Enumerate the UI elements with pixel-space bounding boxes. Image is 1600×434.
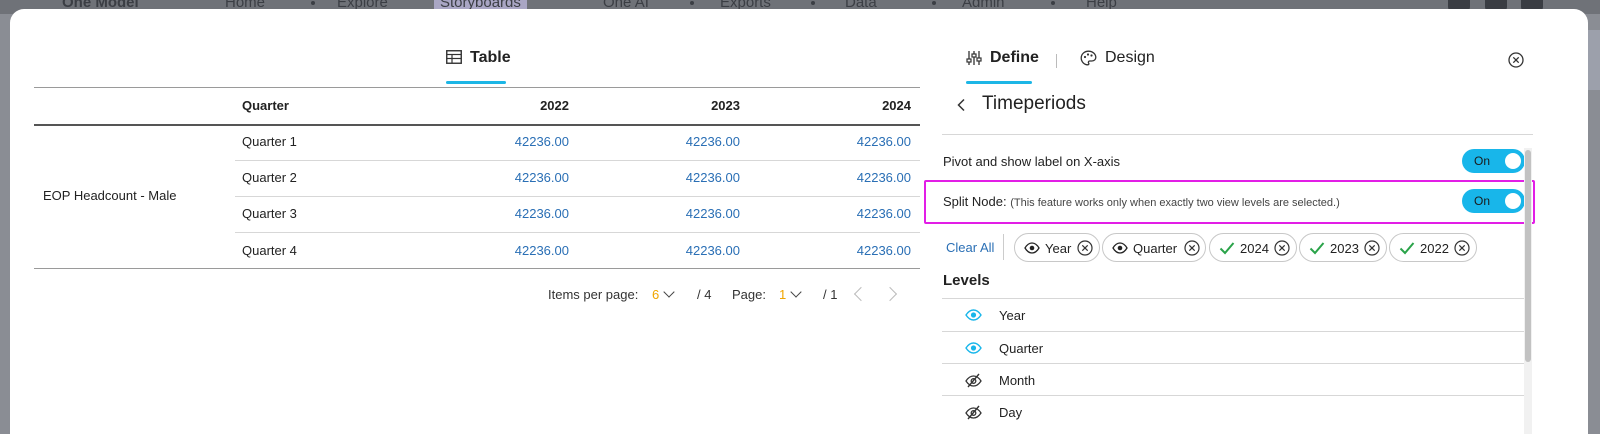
levels-heading: Levels	[943, 272, 990, 289]
palette-icon	[1080, 50, 1097, 66]
chip-divider	[1003, 234, 1004, 260]
page-label: Page:	[732, 287, 766, 302]
close-icon[interactable]	[1508, 52, 1524, 68]
level-item-year[interactable]: Year	[942, 299, 1524, 331]
chip-2022[interactable]: 2022	[1389, 233, 1477, 262]
level-label: Quarter	[999, 341, 1044, 356]
pivot-toggle[interactable]: On	[1462, 149, 1525, 173]
items-per-page-value: 6	[652, 287, 660, 302]
page-value: 1	[779, 287, 787, 302]
page-total: / 1	[823, 287, 838, 302]
level-label: Day	[999, 405, 1023, 420]
chip-2024[interactable]: 2024	[1209, 233, 1297, 262]
tab-define-label: Define	[990, 49, 1039, 66]
items-per-page-select[interactable]: 6	[652, 286, 675, 302]
chip-label: 2022	[1420, 241, 1449, 256]
eye-icon[interactable]	[965, 341, 982, 355]
table-cell-value[interactable]: 42236.00	[479, 170, 569, 185]
column-header-2023: 2023	[711, 98, 740, 113]
panel-title: Timeperiods	[982, 93, 1086, 114]
checkmark-icon	[1219, 242, 1235, 255]
table-cell-value[interactable]: 42236.00	[821, 206, 911, 221]
table-cell-value[interactable]: 42236.00	[650, 134, 740, 149]
chip-label: Year	[1045, 241, 1072, 256]
column-header-2024: 2024	[882, 98, 911, 113]
items-total: / 4	[697, 287, 712, 302]
table-cell-quarter: Quarter 1	[242, 134, 297, 149]
chip-label: 2024	[1240, 241, 1269, 256]
level-label: Year	[999, 308, 1026, 323]
table-header-border	[34, 124, 920, 126]
table-icon	[446, 50, 462, 64]
split-node-title: Split Node:	[943, 194, 1007, 209]
table-bottom-border	[34, 268, 920, 269]
clear-all-link[interactable]: Clear All	[946, 240, 994, 255]
chevron-down-icon	[790, 286, 802, 298]
sliders-icon	[966, 51, 982, 65]
table-cell-value[interactable]: 42236.00	[479, 243, 569, 258]
table-cell-quarter: Quarter 2	[242, 170, 297, 185]
split-node-note: (This feature works only when exactly tw…	[1010, 197, 1340, 209]
eye-off-icon[interactable]	[965, 405, 982, 420]
table-cell-value[interactable]: 42236.00	[821, 243, 911, 258]
table-cell-value[interactable]: 42236.00	[650, 206, 740, 221]
active-tab-indicator	[966, 81, 1032, 84]
title-divider	[942, 134, 1533, 135]
remove-chip-icon[interactable]	[1364, 240, 1380, 256]
page-select[interactable]: 1	[779, 286, 802, 302]
tab-design[interactable]: Design	[1080, 40, 1170, 84]
tab-define[interactable]: Define	[966, 40, 1039, 84]
tab-table-label: Table	[470, 49, 511, 66]
table-cell-quarter: Quarter 4	[242, 243, 297, 258]
toggle-knob	[1505, 153, 1521, 169]
setting-split-node-label: Split Node: (This feature works only whe…	[943, 194, 1340, 209]
row-group-label: EOP Headcount - Male	[43, 188, 177, 203]
table-cell-quarter: Quarter 3	[242, 206, 297, 221]
table-cell-value[interactable]: 42236.00	[479, 206, 569, 221]
eye-off-icon[interactable]	[965, 373, 982, 388]
chip-year[interactable]: Year	[1014, 233, 1100, 262]
remove-chip-icon[interactable]	[1454, 240, 1470, 256]
toggle-knob	[1505, 193, 1521, 209]
remove-chip-icon[interactable]	[1184, 240, 1200, 256]
chip-label: 2023	[1330, 241, 1359, 256]
tab-table[interactable]: Table	[446, 40, 511, 84]
eye-icon	[1112, 242, 1128, 254]
toggle-state: On	[1474, 154, 1491, 168]
table-cell-value[interactable]: 42236.00	[650, 243, 740, 258]
table-cell-value[interactable]: 42236.00	[479, 134, 569, 149]
items-per-page-label: Items per page:	[548, 287, 639, 302]
level-label: Month	[999, 373, 1036, 388]
chip-label: Quarter	[1133, 241, 1178, 256]
scrollbar-thumb[interactable]	[1525, 150, 1531, 362]
chip-quarter[interactable]: Quarter	[1102, 233, 1206, 262]
active-tab-indicator	[446, 81, 506, 84]
remove-chip-icon[interactable]	[1274, 240, 1290, 256]
back-arrow-icon[interactable]	[955, 98, 969, 112]
eye-icon[interactable]	[965, 308, 982, 322]
table-cell-value[interactable]: 42236.00	[821, 170, 911, 185]
table-top-border	[34, 87, 920, 88]
eye-icon	[1024, 242, 1040, 254]
checkmark-icon	[1309, 242, 1325, 255]
checkmark-icon	[1399, 242, 1415, 255]
table-cell-value[interactable]: 42236.00	[821, 134, 911, 149]
setting-pivot-label: Pivot and show label on X-axis	[943, 154, 1121, 169]
chevron-down-icon	[663, 286, 675, 298]
tab-design-label: Design	[1105, 49, 1155, 66]
row-divider	[235, 196, 920, 197]
row-divider	[235, 160, 920, 161]
split-node-toggle[interactable]: On	[1462, 189, 1525, 213]
table-cell-value[interactable]: 42236.00	[650, 170, 740, 185]
chip-2023[interactable]: 2023	[1299, 233, 1387, 262]
level-item-day[interactable]: Day	[942, 396, 1524, 428]
row-divider	[235, 232, 920, 233]
column-header-quarter: Quarter	[242, 98, 289, 113]
column-header-2022: 2022	[540, 98, 569, 113]
remove-chip-icon[interactable]	[1077, 240, 1093, 256]
toggle-state: On	[1474, 194, 1491, 208]
tab-divider	[1056, 54, 1057, 68]
level-item-month[interactable]: Month	[942, 364, 1524, 396]
level-item-quarter[interactable]: Quarter	[942, 332, 1524, 364]
